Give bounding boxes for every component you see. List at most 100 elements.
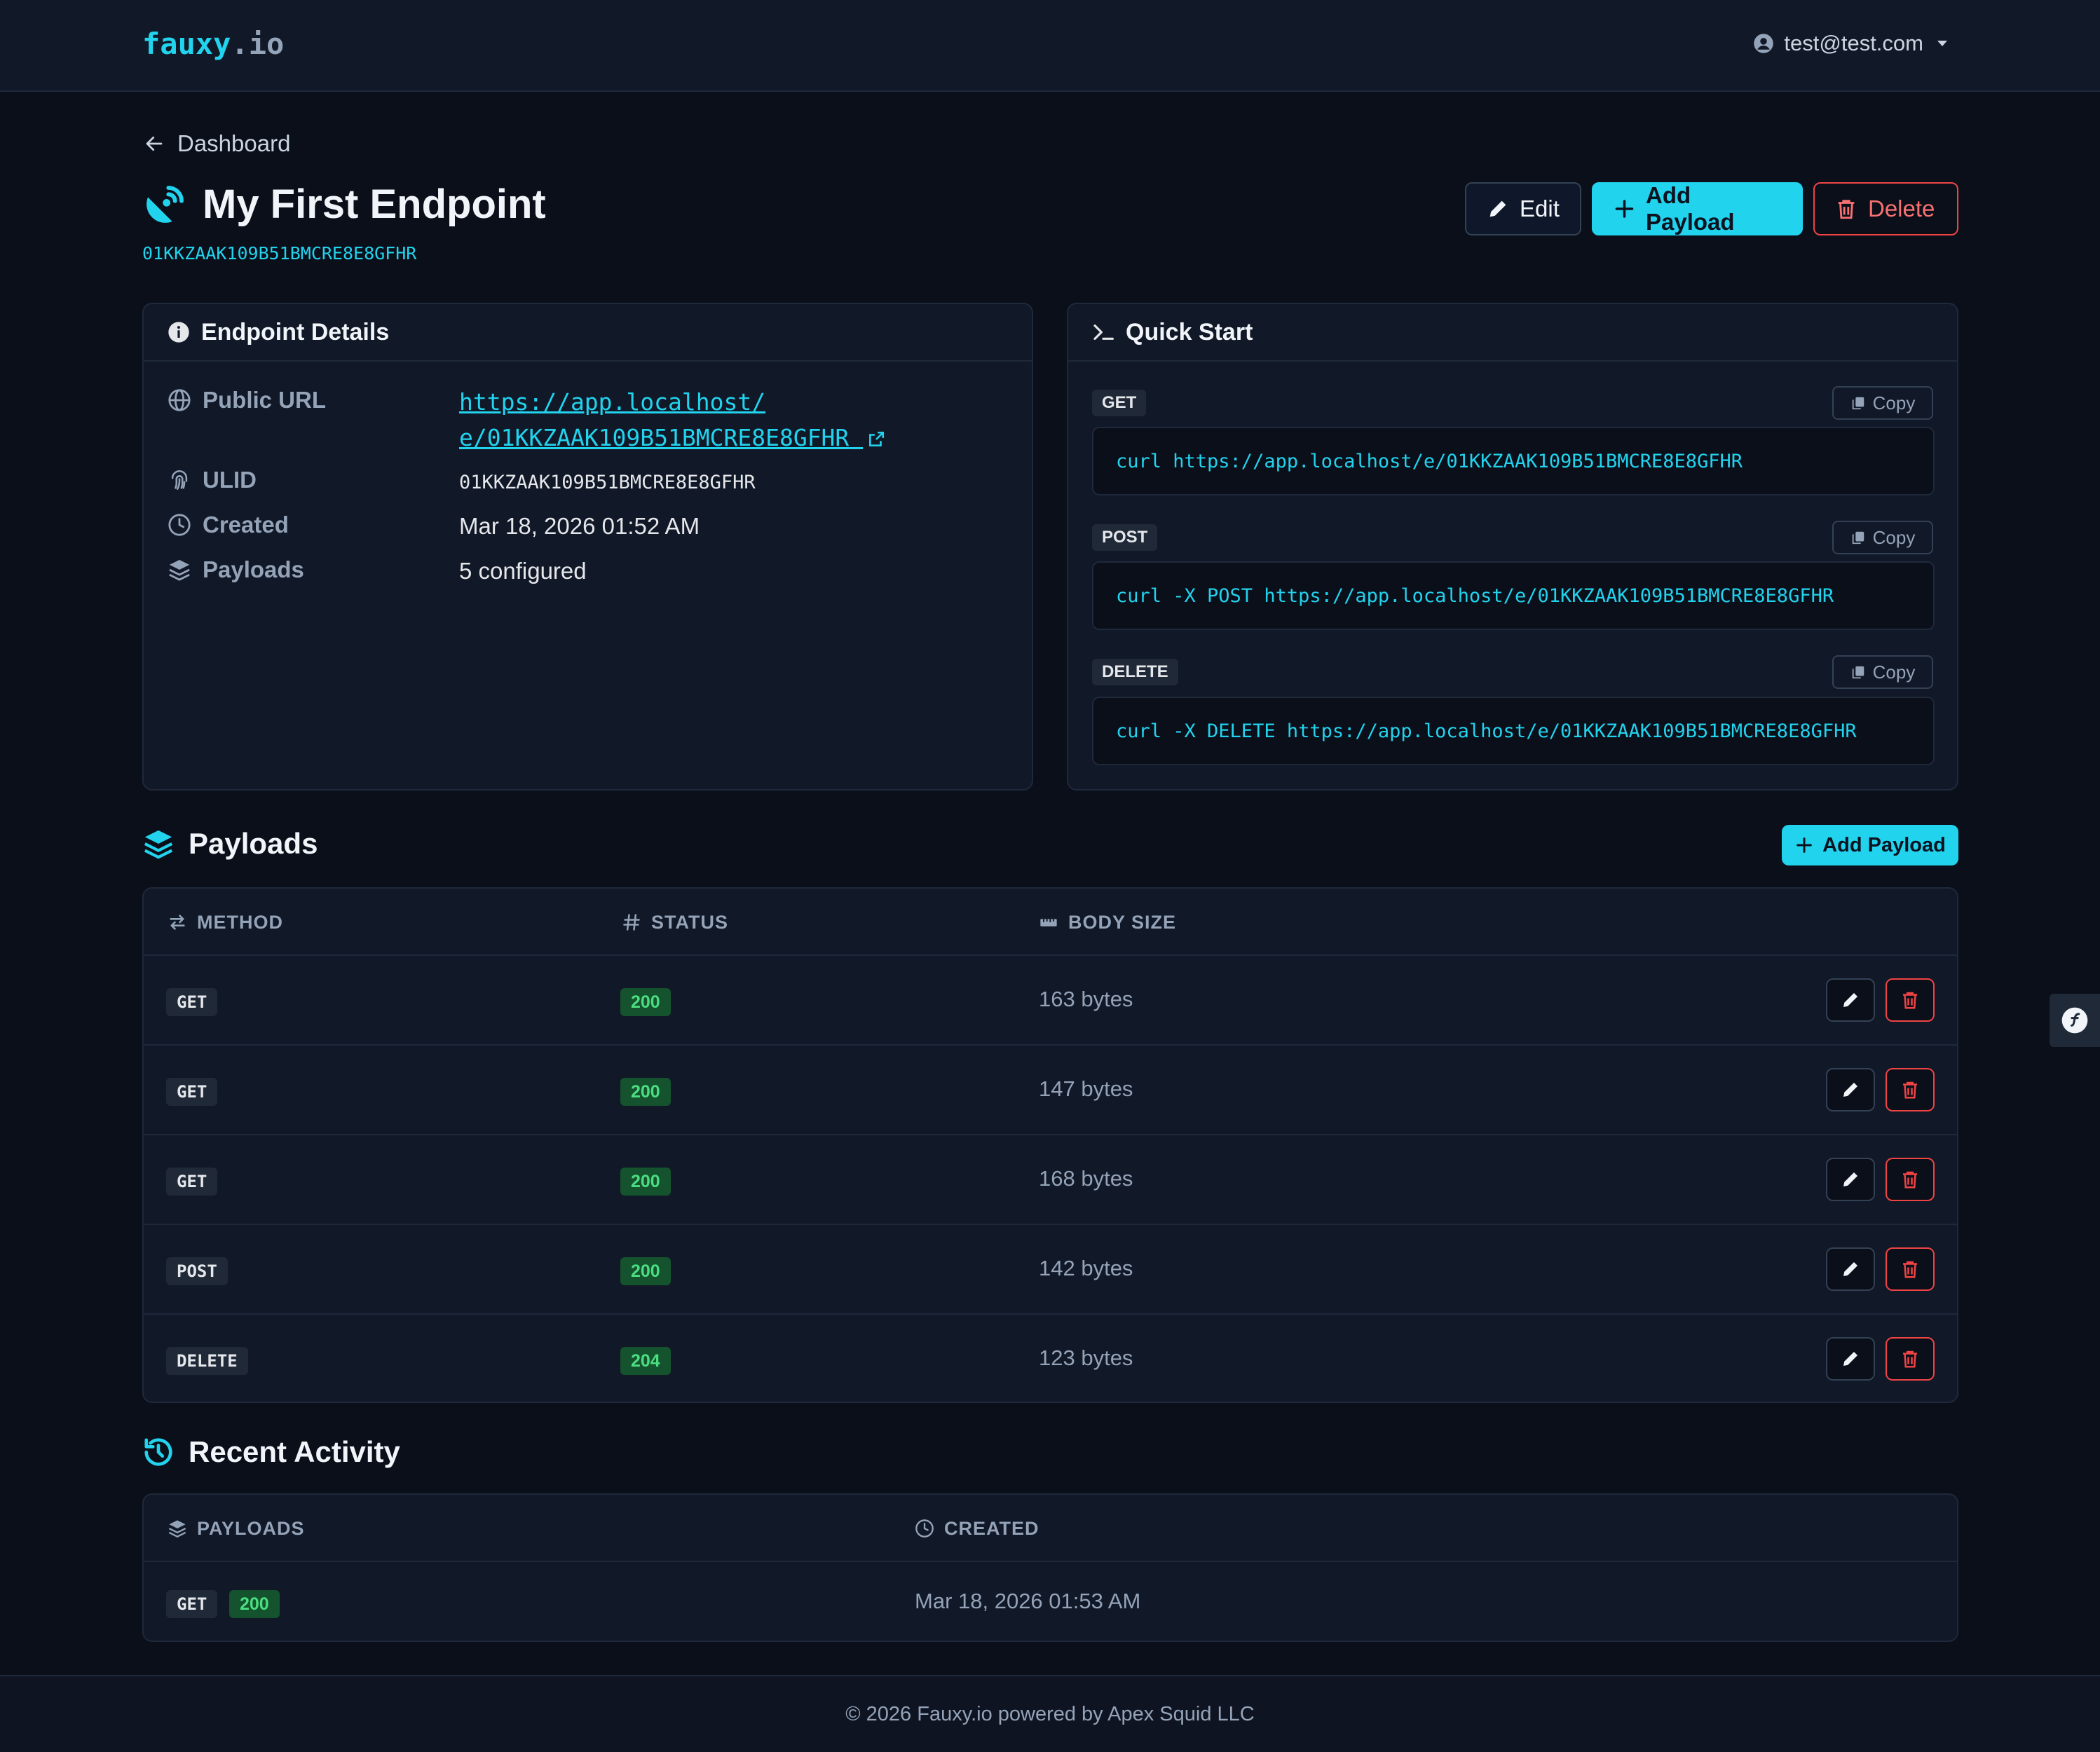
activity-created: Mar 18, 2026 01:53 AM — [915, 1589, 1141, 1613]
debug-toolbar-toggle[interactable] — [2050, 994, 2100, 1047]
pencil-icon — [1843, 1172, 1857, 1186]
endpoint-details-header: Endpoint Details — [144, 304, 1032, 362]
breadcrumb[interactable]: Dashboard — [142, 130, 290, 157]
trash-icon — [1903, 992, 1917, 1009]
activity-row[interactable]: GET 200 Mar 18, 2026 01:53 AM — [144, 1562, 1957, 1642]
add-payload-button-secondary[interactable]: Add Payload — [1782, 825, 1958, 865]
edit-payload-button[interactable] — [1826, 1247, 1875, 1291]
table-row: POST 200 142 bytes — [144, 1225, 1957, 1315]
created-label-row: Created — [168, 512, 289, 538]
trash-icon — [1903, 1350, 1917, 1368]
pencil-icon — [1843, 1352, 1857, 1366]
delete-payload-button[interactable] — [1886, 1247, 1935, 1291]
hash-icon — [623, 914, 640, 931]
fingerprint-icon — [171, 470, 188, 491]
quick-start-card: Quick Start GET Copy curl https://app.lo… — [1067, 303, 1958, 791]
arrow-left-icon — [146, 136, 163, 151]
quick-start-method-badge: GET — [1092, 390, 1147, 416]
public-url-link[interactable]: https://app.localhost/ e/01KKZAAK109B51B… — [459, 384, 885, 456]
body-size: 168 bytes — [1039, 1166, 1133, 1191]
user-menu[interactable]: test@test.com — [1753, 31, 1947, 56]
copy-button-label: Copy — [1872, 526, 1916, 548]
arrows-exchange-icon — [170, 915, 185, 930]
quick-start-method-badge: POST — [1092, 524, 1158, 551]
layers-icon — [144, 830, 173, 859]
status-badge: 200 — [620, 1257, 671, 1285]
recent-activity-section-title: Recent Activity — [142, 1435, 400, 1469]
created-label: Created — [203, 512, 289, 538]
column-header-payloads[interactable]: PAYLOADS — [168, 1495, 305, 1562]
pencil-icon — [1843, 1083, 1857, 1097]
status-badge: 200 — [620, 1078, 671, 1106]
delete-payload-button[interactable] — [1886, 1337, 1935, 1381]
clock-icon — [168, 514, 191, 536]
recent-activity-title: Recent Activity — [189, 1435, 400, 1468]
ulid-label-row: ULID — [168, 467, 257, 493]
quick-start-command[interactable]: curl -X POST https://app.localhost/e/01K… — [1092, 561, 1935, 630]
edit-payload-button[interactable] — [1826, 1337, 1875, 1381]
column-status-label: STATUS — [651, 911, 728, 933]
edit-payload-button[interactable] — [1826, 1158, 1875, 1201]
copy-button[interactable]: Copy — [1832, 386, 1933, 420]
column-body-size-label: BODY SIZE — [1068, 911, 1177, 933]
column-header-status[interactable]: STATUS — [622, 889, 728, 956]
column-header-body-size[interactable]: BODY SIZE — [1039, 889, 1176, 956]
satellite-dish-icon — [146, 185, 184, 223]
body-size: 142 bytes — [1039, 1256, 1133, 1280]
quick-start-method-badge: DELETE — [1092, 659, 1178, 685]
column-header-method[interactable]: METHOD — [168, 889, 283, 956]
plus-icon — [1796, 837, 1813, 853]
delete-payload-button[interactable] — [1886, 1068, 1935, 1111]
chevron-down-icon — [1937, 41, 1947, 46]
method-badge: GET — [166, 1168, 218, 1196]
add-payload-button[interactable]: Add Payload — [1592, 182, 1803, 235]
layers-icon — [169, 559, 190, 581]
copy-button-label: Copy — [1872, 661, 1916, 683]
status-badge: 200 — [229, 1590, 280, 1618]
public-url-label-row: Public URL — [168, 387, 326, 413]
brand-logo[interactable]: fauxy.io — [142, 27, 284, 61]
endpoint-details-card: Endpoint Details Public URL https://app.… — [142, 303, 1033, 791]
body-size: 123 bytes — [1039, 1346, 1133, 1370]
body-size: 147 bytes — [1039, 1076, 1133, 1101]
delete-button[interactable]: Delete — [1813, 182, 1958, 235]
page-title: My First Endpoint — [203, 182, 546, 227]
user-circle-icon — [1754, 34, 1774, 53]
column-header-created[interactable]: CREATED — [915, 1495, 1039, 1562]
history-icon — [144, 1438, 172, 1466]
table-row: GET 200 163 bytes — [144, 956, 1957, 1046]
method-badge: POST — [166, 1257, 228, 1285]
copy-button[interactable]: Copy — [1832, 521, 1933, 554]
edit-button[interactable]: Edit — [1465, 182, 1581, 235]
page-header: My First Endpoint — [142, 181, 546, 228]
payloads-count-value: 5 configured — [459, 558, 587, 584]
edit-payload-button[interactable] — [1826, 1068, 1875, 1111]
footer: © 2026 Fauxy.io powered by Apex Squid LL… — [0, 1675, 2100, 1752]
copy-button[interactable]: Copy — [1832, 655, 1933, 689]
quick-start-command[interactable]: curl https://app.localhost/e/01KKZAAK109… — [1092, 427, 1935, 495]
delete-payload-button[interactable] — [1886, 1158, 1935, 1201]
brand-main: fauxy — [142, 27, 231, 61]
quick-start-command[interactable]: curl -X DELETE https://app.localhost/e/0… — [1092, 697, 1935, 765]
status-badge: 200 — [620, 1168, 671, 1196]
symfony-icon — [2061, 1007, 2088, 1034]
delete-payload-button[interactable] — [1886, 978, 1935, 1022]
trash-icon — [1903, 1081, 1917, 1099]
copy-icon — [1852, 531, 1864, 545]
payloads-label-row: Payloads — [168, 556, 304, 583]
user-email: test@test.com — [1784, 31, 1923, 55]
quick-start-header: Quick Start — [1068, 304, 1957, 362]
trash-icon — [1903, 1171, 1917, 1189]
ulid-value: 01KKZAAK109B51BMCRE8E8GFHR — [459, 472, 756, 493]
info-circle-icon — [168, 322, 189, 343]
column-payloads-label: PAYLOADS — [197, 1517, 305, 1539]
copy-button-label: Copy — [1872, 392, 1916, 413]
column-created-label: CREATED — [944, 1517, 1039, 1539]
navbar: fauxy.io test@test.com — [0, 0, 2100, 92]
edit-payload-button[interactable] — [1826, 978, 1875, 1022]
public-url-line2: e/01KKZAAK109B51BMCRE8E8GFHR — [459, 424, 850, 451]
payloads-title: Payloads — [189, 827, 318, 860]
payloads-section-title: Payloads — [142, 827, 318, 861]
add-payload-button-label: Add Payload — [1646, 182, 1735, 235]
endpoint-ulid: 01KKZAAK109B51BMCRE8E8GFHR — [142, 243, 417, 264]
